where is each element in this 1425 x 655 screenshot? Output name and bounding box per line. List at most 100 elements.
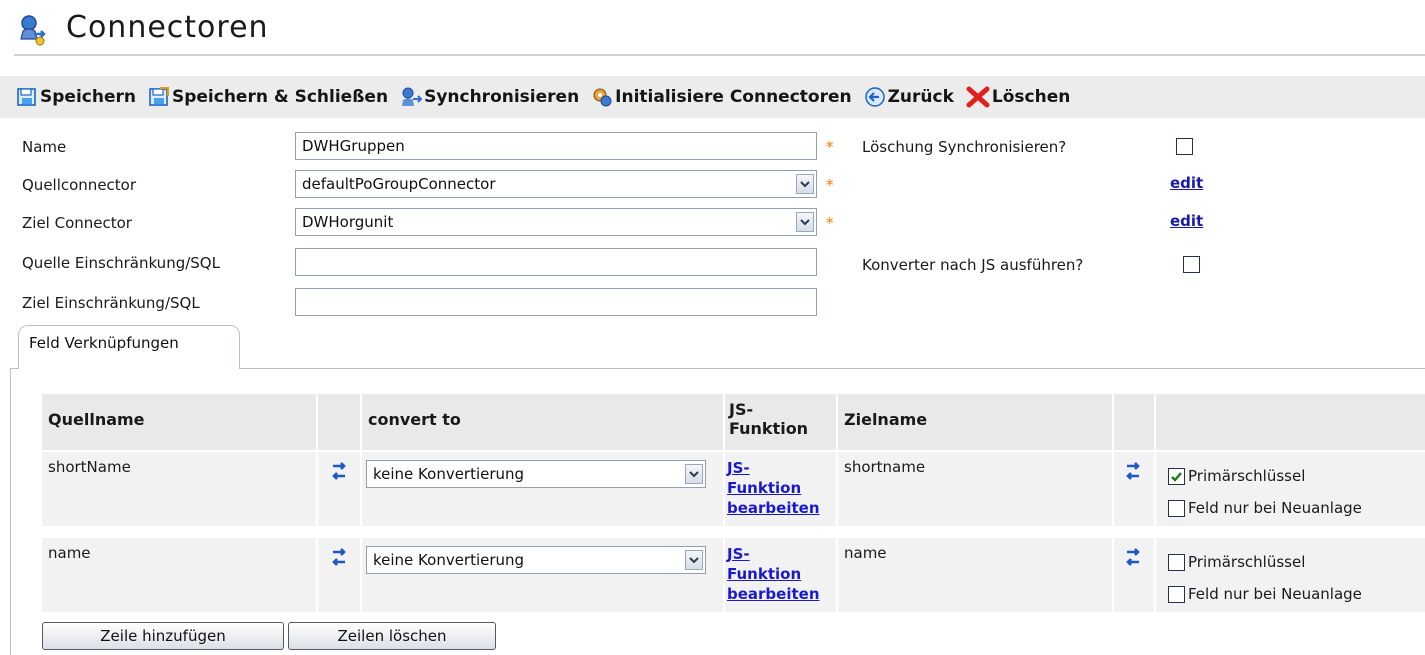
- target-connector-select[interactable]: DWHorgunit: [295, 208, 817, 236]
- synchronize-label: Synchronisieren: [424, 87, 580, 107]
- source-restriction-input[interactable]: [295, 248, 817, 276]
- row1-primary-key-label: Primärschlüssel: [1188, 467, 1306, 485]
- row2-js-edit-link[interactable]: JS- Funktion bearbeiten: [727, 544, 834, 604]
- header-target-name: Zielname: [838, 394, 1112, 450]
- delete-sync-label: Löschung Synchronisieren?: [862, 138, 1067, 156]
- swap-arrows-icon[interactable]: [330, 546, 348, 568]
- delete-rows-button[interactable]: Zeilen löschen: [288, 622, 496, 650]
- row1-js-cell: JS- Funktion bearbeiten: [725, 452, 836, 526]
- back-label: Zurück: [887, 87, 954, 107]
- row2-js-line1: JS-: [727, 545, 750, 563]
- row1-options-cell: Primärschlüssel Feld nur bei Neuanlage: [1156, 452, 1425, 526]
- target-restriction-label: Ziel Einschränkung/SQL: [22, 294, 200, 312]
- edit-source-link[interactable]: edit: [1170, 174, 1203, 192]
- back-button[interactable]: Zurück: [864, 86, 954, 108]
- chevron-down-icon: [796, 174, 814, 194]
- header-js-function: JS- Funktion: [725, 394, 836, 450]
- row1-convert-value: keine Konvertierung: [373, 465, 525, 483]
- chevron-down-icon: [685, 464, 703, 484]
- header-js-line2: Funktion: [729, 419, 809, 438]
- header-spacer-2: [1114, 394, 1154, 450]
- delete-x-icon: [966, 86, 990, 108]
- converter-js-checkbox[interactable]: [1183, 256, 1200, 273]
- initialize-connectors-button[interactable]: Initialisiere Connectoren: [591, 86, 852, 108]
- target-connector-label: Ziel Connector: [22, 214, 132, 232]
- row2-convert-value: keine Konvertierung: [373, 551, 525, 569]
- row2-convert-cell: keine Konvertierung: [362, 538, 723, 612]
- row2-primary-key-checkbox[interactable]: [1168, 554, 1185, 571]
- row1-js-line1: JS-: [727, 459, 750, 477]
- title-divider: [14, 54, 1425, 56]
- source-connector-label: Quellconnector: [22, 176, 137, 194]
- row2-sync-cell-2: [1114, 538, 1154, 612]
- row2-target-name: name: [838, 538, 1112, 612]
- row1-js-line2: Funktion: [727, 479, 802, 497]
- save-icon: [17, 88, 36, 106]
- row2-sync-cell: [318, 538, 360, 612]
- save-close-label: Speichern & Schließen: [171, 87, 389, 107]
- swap-arrows-icon[interactable]: [1124, 460, 1142, 482]
- tab-label: Feld Verknüpfungen: [29, 334, 179, 352]
- save-close-button[interactable]: Speichern & Schließen: [148, 86, 388, 108]
- swap-arrows-icon[interactable]: [1124, 546, 1142, 568]
- header-source-name: Quellname: [42, 394, 316, 450]
- connector-icon: [18, 14, 48, 46]
- name-value: DWHGruppen: [302, 137, 405, 155]
- row1-convert-cell: keine Konvertierung: [362, 452, 723, 526]
- tab-field-mappings[interactable]: Feld Verknüpfungen: [18, 325, 240, 369]
- row2-primary-key-label: Primärschlüssel: [1188, 553, 1306, 571]
- header-js-line1: JS-: [729, 400, 754, 419]
- row1-sync-cell: [318, 452, 360, 526]
- row1-source-name: shortName: [42, 452, 316, 526]
- row2-options-cell: Primärschlüssel Feld nur bei Neuanlage: [1156, 538, 1425, 612]
- target-restriction-input[interactable]: [295, 288, 817, 316]
- edit-target-link[interactable]: edit: [1170, 212, 1203, 230]
- save-close-icon: [149, 87, 169, 106]
- converter-js-label: Konverter nach JS ausführen?: [862, 256, 1084, 274]
- chevron-down-icon: [685, 550, 703, 570]
- initialize-connectors-label: Initialisiere Connectoren: [615, 87, 852, 107]
- page-title: Connectoren: [66, 10, 269, 45]
- save-label: Speichern: [40, 87, 136, 107]
- target-connector-value: DWHorgunit: [302, 213, 394, 231]
- row2-js-cell: JS- Funktion bearbeiten: [725, 538, 836, 612]
- target-required-marker: *: [826, 214, 834, 232]
- header-spacer-1: [318, 394, 360, 450]
- row1-primary-key-checkbox[interactable]: [1168, 468, 1185, 485]
- delete-label: Löschen: [991, 87, 1071, 107]
- row2-new-only-label: Feld nur bei Neuanlage: [1188, 585, 1362, 603]
- sync-icon: [402, 87, 423, 106]
- source-connector-select[interactable]: defaultPoGroupConnector: [295, 170, 817, 198]
- source-restriction-label: Quelle Einschränkung/SQL: [22, 254, 220, 272]
- name-input[interactable]: DWHGruppen: [295, 132, 817, 160]
- header-convert-to: convert to: [362, 394, 723, 450]
- name-label: Name: [22, 138, 67, 156]
- title-bar: Connectoren: [0, 0, 1425, 58]
- initialize-icon: [593, 88, 612, 107]
- back-arrow-icon: [864, 87, 885, 107]
- save-button[interactable]: Speichern: [16, 86, 136, 108]
- row2-new-only-checkbox[interactable]: [1168, 586, 1185, 603]
- add-row-button[interactable]: Zeile hinzufügen: [42, 622, 284, 650]
- checkmark-icon: [1171, 472, 1182, 482]
- row2-convert-select[interactable]: keine Konvertierung: [366, 546, 706, 574]
- source-connector-value: defaultPoGroupConnector: [302, 175, 496, 193]
- synchronize-button[interactable]: Synchronisieren: [400, 86, 579, 108]
- row2-js-line3: bearbeiten: [727, 585, 820, 603]
- source-required-marker: *: [826, 176, 834, 194]
- row1-new-only-checkbox[interactable]: [1168, 500, 1185, 517]
- delete-sync-checkbox[interactable]: [1176, 138, 1193, 155]
- row1-js-line3: bearbeiten: [727, 499, 820, 517]
- row1-sync-cell-2: [1114, 452, 1154, 526]
- toolbar: Speichern Speichern & Schließen Synchron…: [0, 76, 1425, 118]
- header-options: [1156, 394, 1425, 450]
- row1-target-name: shortname: [838, 452, 1112, 526]
- row1-convert-select[interactable]: keine Konvertierung: [366, 460, 706, 488]
- row1-js-edit-link[interactable]: JS- Funktion bearbeiten: [727, 458, 834, 518]
- chevron-down-icon: [796, 212, 814, 232]
- row2-source-name: name: [42, 538, 316, 612]
- delete-button[interactable]: Löschen: [966, 86, 1070, 108]
- name-required-marker: *: [826, 138, 834, 156]
- row1-new-only-label: Feld nur bei Neuanlage: [1188, 499, 1362, 517]
- swap-arrows-icon[interactable]: [330, 460, 348, 482]
